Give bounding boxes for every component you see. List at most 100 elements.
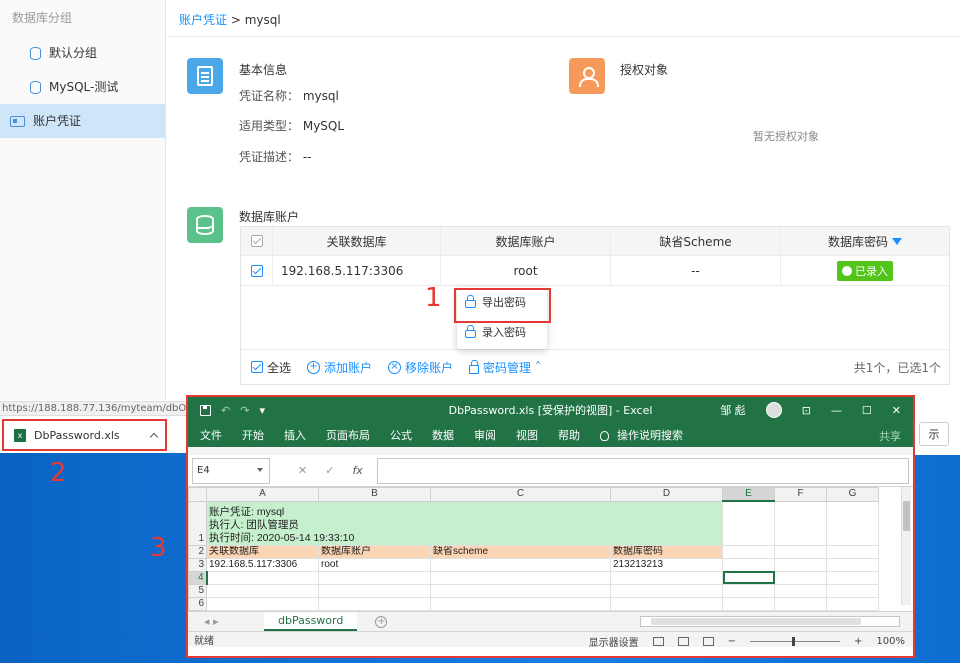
cell[interactable]: [774, 596, 827, 611]
selected-cell[interactable]: [722, 570, 775, 585]
breadcrumb-parent-link[interactable]: 账户凭证: [179, 13, 227, 27]
sheet-nav-arrows[interactable]: ◂ ▸: [188, 615, 264, 628]
tab-view[interactable]: 视图: [516, 427, 538, 443]
add-sheet-icon[interactable]: +: [375, 615, 388, 628]
cell[interactable]: [610, 583, 723, 598]
row-header[interactable]: 6: [188, 596, 207, 611]
tell-me-search[interactable]: 操作说明搜索: [600, 427, 683, 443]
cell[interactable]: [610, 570, 723, 585]
save-icon[interactable]: [200, 404, 211, 416]
cell[interactable]: [430, 596, 611, 611]
column-header[interactable]: E: [722, 487, 775, 502]
zoom-out-icon[interactable]: −: [728, 636, 736, 647]
cell[interactable]: [774, 583, 827, 598]
page-break-view-icon[interactable]: [702, 637, 714, 646]
cell[interactable]: [722, 500, 775, 546]
cell[interactable]: 192.168.5.117:3306: [206, 557, 319, 572]
column-header[interactable]: B: [318, 487, 431, 502]
chevron-up-icon[interactable]: [149, 432, 159, 442]
cell[interactable]: root: [318, 557, 431, 572]
table-row[interactable]: 192.168.5.117:3306 root -- 已录入: [241, 256, 949, 286]
column-header[interactable]: C: [430, 487, 611, 502]
select-all-checkbox[interactable]: 全选: [251, 359, 291, 376]
remove-account-button[interactable]: × 移除账户: [388, 359, 453, 376]
normal-view-icon[interactable]: [652, 637, 664, 646]
column-header[interactable]: D: [610, 487, 723, 502]
share-button[interactable]: 共享: [879, 428, 901, 444]
vertical-scrollbar[interactable]: [901, 487, 911, 605]
cell[interactable]: [722, 544, 775, 559]
cell[interactable]: 数据库账户: [318, 544, 431, 559]
formula-input[interactable]: [376, 457, 909, 484]
zoom-level[interactable]: 100%: [876, 636, 905, 647]
cell[interactable]: [722, 596, 775, 611]
cell[interactable]: 关联数据库: [206, 544, 319, 559]
cell[interactable]: [318, 583, 431, 598]
tab-formulas[interactable]: 公式: [390, 427, 412, 443]
sidebar-item-mysql-test[interactable]: MySQL-测试: [0, 70, 165, 104]
column-header-password[interactable]: 数据库密码: [781, 227, 949, 255]
merged-info-cell[interactable]: 账户凭证: mysql 执行人: 团队管理员 执行时间: 2020-05-14 …: [206, 500, 723, 546]
customize-toolbar-icon[interactable]: ▾: [259, 404, 265, 417]
cell[interactable]: [774, 544, 827, 559]
sheet-tab-active[interactable]: dbPassword: [264, 612, 358, 631]
sidebar-item-default-group[interactable]: 默认分组: [0, 36, 165, 70]
tab-insert[interactable]: 插入: [284, 427, 306, 443]
cell[interactable]: [430, 583, 611, 598]
select-all-corner[interactable]: [188, 487, 207, 502]
row-header[interactable]: 3: [188, 557, 207, 572]
show-all-button[interactable]: 示: [919, 422, 949, 446]
add-account-button[interactable]: + 添加账户: [307, 359, 372, 376]
column-header[interactable]: F: [774, 487, 827, 502]
cell[interactable]: [206, 596, 319, 611]
sidebar-item-credentials[interactable]: 账户凭证: [0, 104, 165, 138]
cell[interactable]: [826, 500, 879, 546]
tab-review[interactable]: 审阅: [474, 427, 496, 443]
cell[interactable]: [774, 557, 827, 572]
cell[interactable]: [722, 583, 775, 598]
undo-icon[interactable]: ↶: [221, 404, 230, 417]
password-manage-button[interactable]: 密码管理 ˄: [469, 359, 541, 376]
cell[interactable]: [826, 570, 879, 585]
column-header[interactable]: G: [826, 487, 879, 502]
cell[interactable]: [610, 596, 723, 611]
cell[interactable]: [826, 583, 879, 598]
avatar[interactable]: [765, 402, 782, 418]
cancel-icon[interactable]: ✕: [298, 464, 307, 477]
cell[interactable]: [826, 596, 879, 611]
horizontal-scrollbar[interactable]: [640, 616, 900, 627]
close-icon[interactable]: ✕: [892, 404, 901, 417]
tab-file[interactable]: 文件: [200, 427, 222, 443]
cell[interactable]: 缺省scheme: [430, 544, 611, 559]
cell[interactable]: [774, 570, 827, 585]
cell[interactable]: [722, 557, 775, 572]
cell[interactable]: [318, 570, 431, 585]
tab-data[interactable]: 数据: [432, 427, 454, 443]
minimize-icon[interactable]: —: [831, 404, 842, 417]
cell[interactable]: [430, 557, 611, 572]
cell[interactable]: [826, 557, 879, 572]
cell[interactable]: [774, 500, 827, 546]
cell[interactable]: 数据库密码: [610, 544, 723, 559]
cell[interactable]: 213213213: [610, 557, 723, 572]
tab-home[interactable]: 开始: [242, 427, 264, 443]
cell[interactable]: [318, 596, 431, 611]
download-item[interactable]: x DbPassword.xls: [2, 419, 167, 451]
zoom-slider[interactable]: [750, 637, 841, 646]
header-select-all-checkbox[interactable]: [241, 227, 273, 255]
column-header[interactable]: A: [206, 487, 319, 502]
row-header[interactable]: 5: [188, 583, 207, 598]
row-header[interactable]: 4: [188, 570, 208, 585]
display-settings-button[interactable]: 显示器设置: [589, 634, 639, 649]
cell[interactable]: [206, 583, 319, 598]
redo-icon[interactable]: ↷: [240, 404, 249, 417]
cell[interactable]: [826, 544, 879, 559]
maximize-icon[interactable]: ☐: [862, 404, 872, 417]
ribbon-display-icon[interactable]: ⊡: [802, 404, 811, 417]
filter-icon[interactable]: [892, 237, 902, 245]
cell[interactable]: [206, 570, 319, 585]
tab-help[interactable]: 帮助: [558, 427, 580, 443]
name-box[interactable]: E4: [192, 457, 270, 484]
row-checkbox[interactable]: [241, 256, 273, 285]
zoom-in-icon[interactable]: +: [854, 636, 862, 647]
